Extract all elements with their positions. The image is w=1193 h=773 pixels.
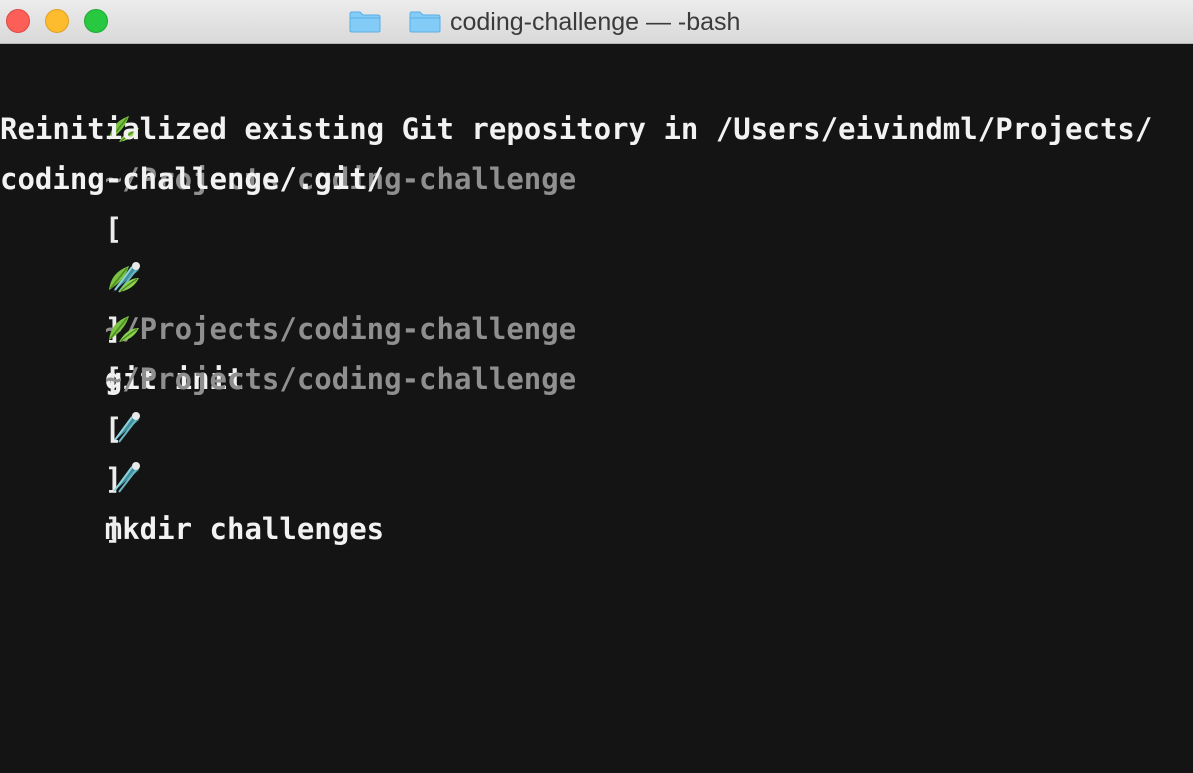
output-line: coding-challenge/.git/	[0, 162, 385, 196]
terminal-window: coding-challenge — -bash ~/Projects/codi…	[0, 0, 1193, 773]
terminal-content[interactable]: ~/Projects/coding-challenge [ ] git init…	[0, 54, 1193, 773]
prompt-line: ~/Projects/coding-challenge [ ] git init	[0, 54, 1193, 396]
close-button[interactable]	[6, 9, 30, 33]
prompt-line: ~/Projects/coding-challenge [ ] mkdir ch…	[0, 204, 1193, 546]
comet-icon	[112, 462, 140, 493]
title-bar[interactable]: coding-challenge — -bash	[0, 0, 1193, 44]
prompt-open-bracket: [	[104, 412, 123, 446]
prompt-path: ~/Projects/coding-challenge	[104, 312, 577, 346]
folder-icon[interactable]	[349, 11, 381, 33]
zoom-button[interactable]	[84, 9, 108, 33]
prompt-line-current[interactable]: ~/Projects/coding-challenge [ ]	[0, 254, 1193, 546]
prompt-close-bracket: ]	[104, 512, 123, 546]
window-title: coding-challenge — -bash	[450, 8, 741, 36]
command-text: mkdir challenges	[104, 512, 385, 546]
leaf-icon	[108, 316, 139, 342]
output-line: Reinitialized existing Git repository in…	[0, 112, 1153, 146]
prompt-path: ~/Projects/coding-challenge	[104, 362, 577, 396]
minimize-button[interactable]	[45, 9, 69, 33]
folder-icon[interactable]	[409, 11, 441, 33]
